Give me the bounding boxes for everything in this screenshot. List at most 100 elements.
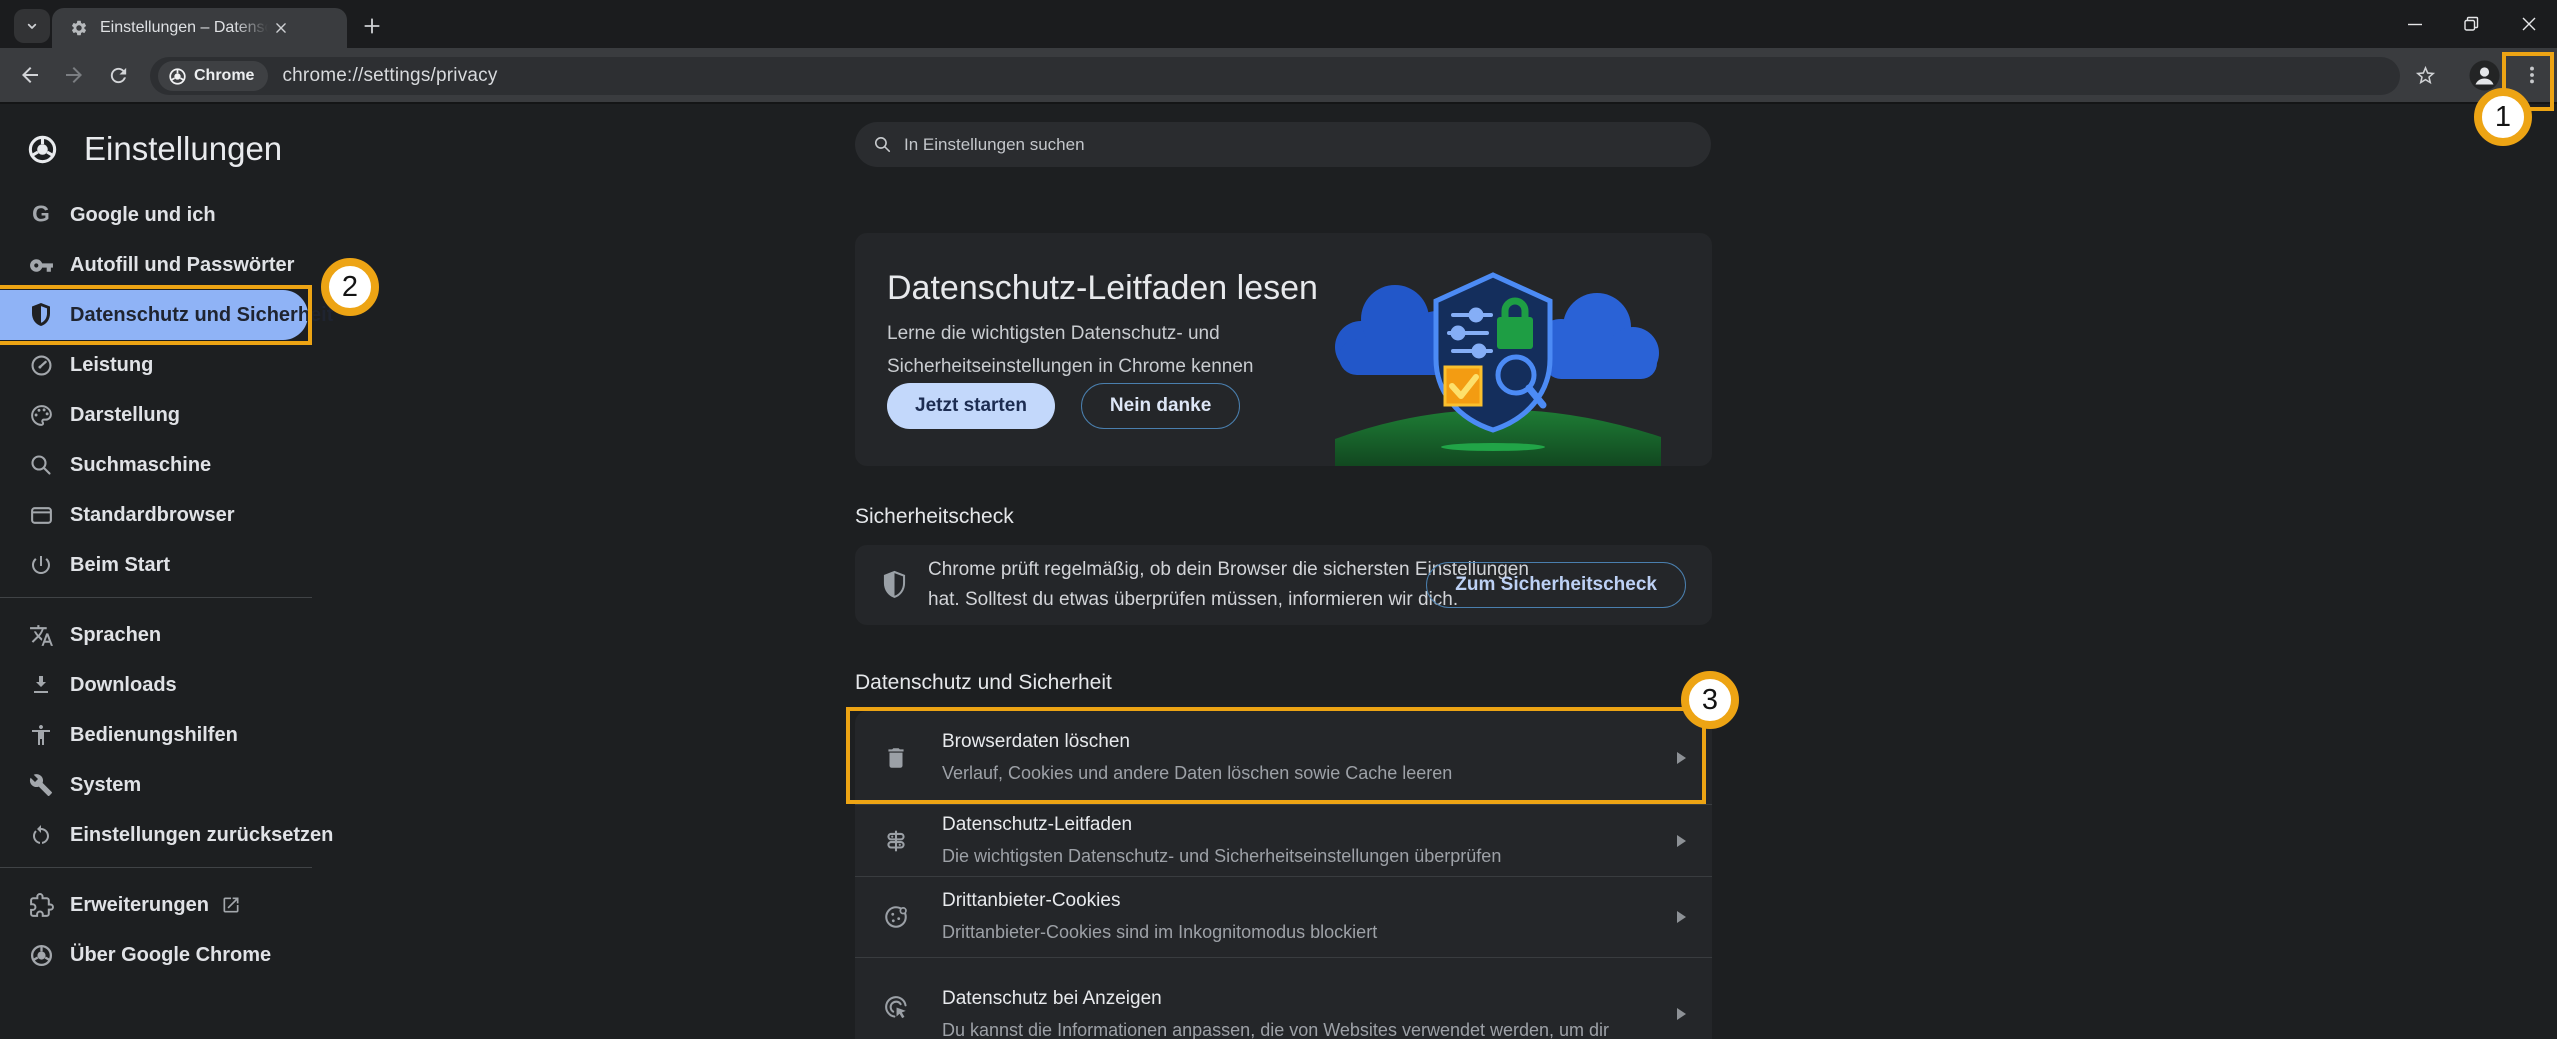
translate-icon (28, 622, 54, 648)
guide-card-title: Datenschutz-Leitfaden lesen (887, 269, 1318, 308)
key-icon (28, 252, 54, 278)
sidebar-item-beim-start[interactable]: Beim Start (0, 540, 308, 590)
tab-strip: Einstellungen – Datenschutz un (0, 0, 2557, 48)
svg-text:G: G (32, 202, 50, 227)
annotation-box-sidebar-item (0, 285, 312, 345)
window-minimize-button[interactable] (2386, 0, 2443, 48)
close-icon (274, 21, 288, 35)
chrome-logo-icon (28, 942, 54, 968)
back-arrow-icon (18, 63, 42, 87)
sidebar-item-leistung[interactable]: Leistung (0, 340, 308, 390)
cookie-icon (883, 904, 909, 930)
tab-close-button[interactable] (268, 15, 294, 41)
sidebar-item-downloads[interactable]: Downloads (0, 660, 308, 710)
row-title: Datenschutz bei Anzeigen (942, 988, 1632, 1010)
sidebar-item-sprachen[interactable]: Sprachen (0, 610, 308, 660)
browser-window-icon (28, 502, 54, 528)
search-icon (873, 135, 892, 154)
power-icon (28, 552, 54, 578)
sidebar-item-suchmaschine[interactable]: Suchmaschine (0, 440, 308, 490)
url-text[interactable]: chrome://settings/privacy (282, 65, 497, 87)
sidebar-item-autofill[interactable]: Autofill und Passwörter (0, 240, 308, 290)
checklist-icon (1445, 367, 1481, 405)
wrench-icon (28, 772, 54, 798)
row-datenschutz-leitfaden[interactable]: Datenschutz-Leitfaden Die wichtigsten Da… (855, 804, 1712, 876)
annotation-box-browserdaten (846, 707, 1706, 804)
window-restore-button[interactable] (2443, 0, 2500, 48)
sidebar-item-bedienungshilfen[interactable]: Bedienungshilfen (0, 710, 308, 760)
sidebar-item-einstellungen-zuruecksetzen[interactable]: Einstellungen zurücksetzen (0, 810, 308, 860)
address-bar[interactable]: Chrome chrome://settings/privacy (150, 57, 2400, 95)
shield-half-icon (881, 570, 908, 601)
tab-search-button[interactable] (14, 9, 50, 43)
row-subtitle: Die wichtigsten Datenschutz- und Sicherh… (942, 844, 1632, 868)
google-g-icon: G (28, 202, 54, 228)
window-close-button[interactable] (2500, 0, 2557, 48)
safety-check-card: Chrome prüft regelmäßig, ob dein Browser… (855, 545, 1712, 625)
signpost-icon (883, 828, 909, 854)
ads-icon (883, 994, 909, 1020)
settings-header: Einstellungen (27, 130, 282, 168)
back-button[interactable] (10, 55, 50, 95)
annotation-step-1: 1 (2474, 88, 2532, 146)
sidebar-item-google-und-ich[interactable]: G Google und ich (0, 190, 308, 240)
tab-title: Einstellungen – Datenschutz un (100, 19, 268, 37)
start-now-button[interactable]: Jetzt starten (887, 383, 1055, 429)
guide-card-subtitle: Lerne die wichtigsten Datenschutz- und S… (887, 317, 1254, 383)
download-icon (28, 672, 54, 698)
site-chip-label: Chrome (194, 67, 254, 85)
annotation-step-3: 3 (1681, 671, 1739, 729)
settings-page: Einstellungen G Google und ich Autofill … (0, 106, 2557, 1039)
divider (0, 597, 312, 598)
reload-icon (107, 64, 130, 87)
row-subtitle: Du kannst die Informationen anpassen, di… (942, 1018, 1632, 1039)
site-chip[interactable]: Chrome (158, 61, 268, 91)
safety-check-heading: Sicherheitscheck (855, 505, 1014, 529)
reload-button[interactable] (98, 55, 138, 95)
divider (0, 867, 312, 868)
privacy-section-heading: Datenschutz und Sicherheit (855, 671, 1112, 695)
tab-einstellungen[interactable]: Einstellungen – Datenschutz un (52, 8, 347, 48)
new-tab-button[interactable] (355, 10, 389, 42)
external-link-icon (221, 895, 241, 915)
browser-window: Einstellungen – Datenschutz un (0, 0, 2557, 1039)
restore-icon (2463, 16, 2480, 33)
sidebar-item-erweiterungen[interactable]: Erweiterungen (0, 880, 308, 930)
puzzle-icon (28, 892, 54, 918)
shield-shadow (1441, 443, 1545, 451)
person-icon (2468, 59, 2501, 92)
chevron-right-icon (1677, 1008, 1686, 1020)
no-thanks-button[interactable]: Nein danke (1081, 383, 1240, 429)
search-icon (28, 452, 54, 478)
forward-arrow-icon (62, 63, 86, 87)
safety-check-button[interactable]: Zum Sicherheitscheck (1426, 562, 1686, 608)
sliders-icon (1449, 310, 1491, 357)
chevron-right-icon (1677, 911, 1686, 923)
sidebar-item-system[interactable]: System (0, 760, 308, 810)
chrome-logo-icon (168, 67, 187, 86)
star-icon (2414, 64, 2437, 87)
plus-icon (362, 16, 382, 36)
row-drittanbieter-cookies[interactable]: Drittanbieter-Cookies Drittanbieter-Cook… (855, 876, 1712, 957)
privacy-guide-card: Datenschutz-Leitfaden lesen Lerne die wi… (855, 233, 1712, 466)
sidebar-item-ueber-google-chrome[interactable]: Über Google Chrome (0, 930, 308, 980)
gear-icon (70, 19, 88, 37)
settings-search[interactable] (855, 122, 1711, 167)
bookmark-button[interactable] (2405, 55, 2445, 95)
search-input[interactable] (904, 135, 1504, 155)
forward-button[interactable] (54, 55, 94, 95)
browser-toolbar: Chrome chrome://settings/privacy (0, 48, 2557, 104)
chrome-logo-icon (27, 134, 58, 165)
palette-icon (28, 402, 54, 428)
minimize-icon (2407, 16, 2423, 32)
reset-icon (28, 822, 54, 848)
row-datenschutz-bei-anzeigen[interactable]: Datenschutz bei Anzeigen Du kannst die I… (855, 957, 1712, 1039)
accessibility-icon (28, 722, 54, 748)
sidebar-item-darstellung[interactable]: Darstellung (0, 390, 308, 440)
row-title: Datenschutz-Leitfaden (942, 814, 1632, 836)
window-controls (2386, 0, 2557, 48)
row-title: Drittanbieter-Cookies (942, 890, 1632, 912)
privacy-shield-illustration (1333, 267, 1663, 466)
sidebar-item-standardbrowser[interactable]: Standardbrowser (0, 490, 308, 540)
row-subtitle: Drittanbieter-Cookies sind im Inkognitom… (942, 920, 1632, 944)
